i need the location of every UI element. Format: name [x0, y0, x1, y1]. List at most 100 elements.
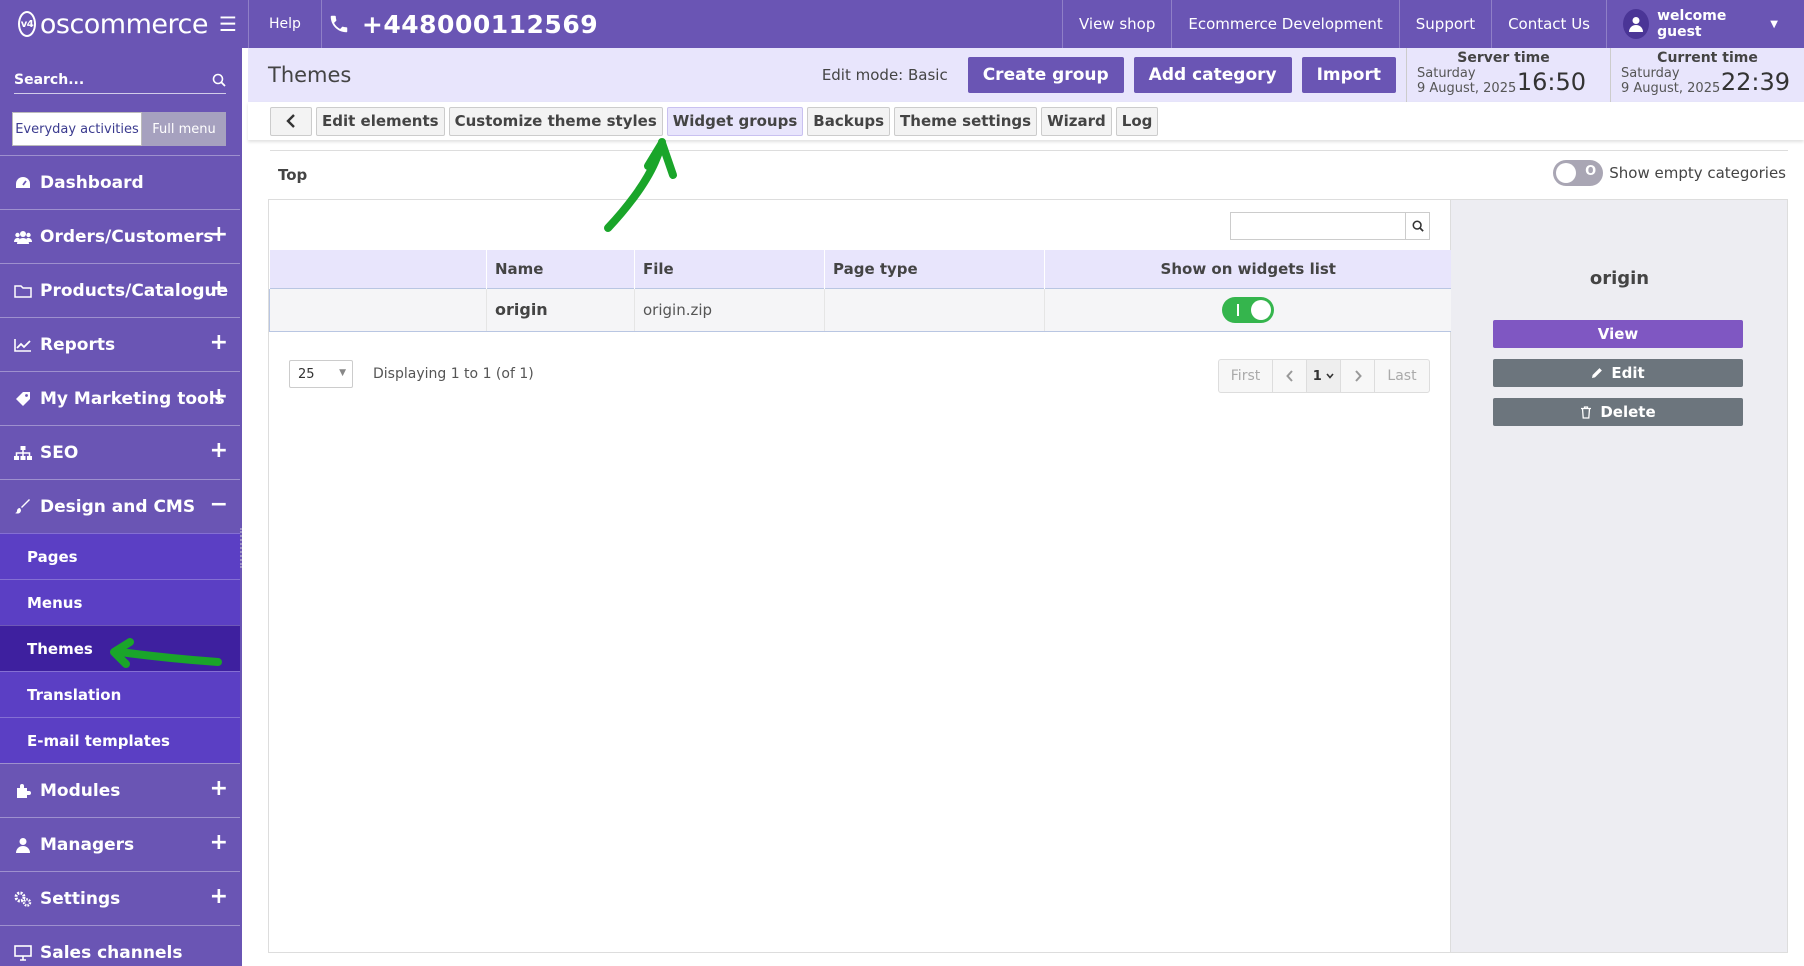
create-group-button[interactable]: Create group: [967, 57, 1124, 93]
tab-customize-theme-styles[interactable]: Customize theme styles: [448, 106, 663, 136]
sidebar-item-dashboard[interactable]: Dashboard: [0, 155, 240, 209]
sidebar-item-settings[interactable]: Settings +: [0, 871, 240, 925]
show-on-widgets-toggle[interactable]: [1222, 296, 1274, 323]
sidebar-item-products-catalogue[interactable]: Products/Catalogue +: [0, 263, 240, 317]
brush-icon: [12, 498, 34, 515]
monitor-icon: [12, 944, 34, 961]
server-time-clock: 16:50: [1516, 68, 1586, 96]
plus-icon: +: [209, 830, 228, 855]
last-page-button[interactable]: Last: [1375, 360, 1429, 392]
top-bar: v4 oscommerce ☰ Help +448000112569 View …: [0, 0, 1804, 48]
support-link[interactable]: Support: [1398, 0, 1491, 48]
current-time-label: Current time: [1657, 50, 1758, 66]
folder-icon: [12, 284, 34, 298]
edit-label: Edit: [1611, 364, 1645, 382]
phone-number[interactable]: +448000112569: [322, 10, 598, 39]
tab-wizard[interactable]: Wizard: [1041, 106, 1112, 136]
sidebar-item-sales-channels[interactable]: Sales channels: [0, 925, 240, 966]
sidebar-item-label: Products/Catalogue: [40, 280, 229, 301]
sidebar-item-managers[interactable]: Managers +: [0, 817, 240, 871]
per-page-select[interactable]: 25 ▼: [289, 360, 353, 388]
page-select[interactable]: 1: [1307, 360, 1341, 392]
prev-page-button[interactable]: [1273, 360, 1307, 392]
sidebar-item-translation[interactable]: Translation: [0, 671, 240, 717]
plus-icon: +: [209, 276, 228, 301]
displaying-count: Displaying 1 to 1 (of 1): [373, 366, 534, 382]
theme-details-panel: origin View Edit Delete: [1451, 199, 1788, 953]
plus-icon: +: [209, 222, 228, 247]
column-header-page-type[interactable]: Page type: [824, 250, 1045, 288]
row-cell: [269, 287, 487, 332]
tab-theme-settings[interactable]: Theme settings: [894, 106, 1038, 136]
add-category-button[interactable]: Add category: [1133, 57, 1292, 93]
column-header-name[interactable]: Name: [486, 250, 635, 288]
column-header-file[interactable]: File: [634, 250, 825, 288]
sidebar-item-label: My Marketing tools: [40, 388, 225, 409]
sidebar-search[interactable]: Search...: [14, 66, 226, 94]
tab-edit-elements[interactable]: Edit elements: [316, 106, 445, 136]
server-time-label: Server time: [1457, 50, 1550, 66]
sidebar-item-modules[interactable]: Modules +: [0, 763, 240, 817]
page-header: Themes Edit mode: Basic Create group Add…: [248, 48, 1804, 102]
plus-icon: +: [209, 776, 228, 801]
everyday-activities-button[interactable]: Everyday activities: [12, 112, 142, 146]
page-title: Themes: [268, 63, 352, 87]
design-cms-submenu: Pages Menus Themes Translation E-mail te…: [0, 533, 240, 763]
view-button[interactable]: View: [1493, 320, 1743, 348]
phone-text: +448000112569: [361, 9, 599, 39]
ecommerce-development-link[interactable]: Ecommerce Development: [1171, 0, 1398, 48]
delete-button[interactable]: Delete: [1493, 398, 1743, 426]
user-menu[interactable]: welcome guest ▼: [1606, 0, 1804, 48]
menu-mode-toggle: Everyday activities Full menu: [12, 112, 240, 146]
user-icon: [12, 837, 34, 853]
contact-us-link[interactable]: Contact Us: [1491, 0, 1606, 48]
sidebar-item-reports[interactable]: Reports +: [0, 317, 240, 371]
view-shop-link[interactable]: View shop: [1061, 0, 1171, 48]
sidebar-item-menus[interactable]: Menus: [0, 579, 240, 625]
sidebar-item-orders-customers[interactable]: Orders/Customers +: [0, 209, 240, 263]
search-icon: [212, 73, 226, 87]
show-empty-categories-label: Show empty categories: [1609, 164, 1786, 182]
theme-page-type: [824, 287, 1045, 332]
help-link[interactable]: Help: [249, 0, 321, 48]
sidebar-menu: Dashboard Orders/Customers + Products/Ca…: [0, 155, 240, 966]
chevron-right-icon: [1354, 370, 1362, 382]
logo-text: oscommerce: [39, 8, 209, 40]
table-search-input[interactable]: [1230, 212, 1406, 240]
search-input[interactable]: Search...: [14, 72, 84, 88]
first-page-button[interactable]: First: [1219, 360, 1273, 392]
sidebar-resize-handle[interactable]: [240, 528, 242, 568]
app-logo[interactable]: v4 oscommerce: [0, 0, 209, 48]
sidebar-item-pages[interactable]: Pages: [0, 533, 240, 579]
chevron-left-icon: [286, 114, 295, 128]
sidebar-item-themes[interactable]: Themes: [0, 625, 240, 671]
menu-icon[interactable]: ☰: [208, 0, 248, 48]
back-button[interactable]: [270, 106, 312, 136]
full-menu-button[interactable]: Full menu: [142, 112, 226, 146]
edit-button[interactable]: Edit: [1493, 359, 1743, 387]
chevron-down-icon: ▼: [339, 368, 346, 378]
theme-tabs: Edit elements Customize theme styles Wid…: [248, 102, 1804, 140]
theme-name: origin: [486, 287, 635, 332]
user-name: welcome guest: [1657, 8, 1727, 40]
delete-label: Delete: [1600, 403, 1656, 421]
sidebar-item-label: Reports: [40, 334, 116, 355]
import-button[interactable]: Import: [1301, 57, 1396, 93]
sidebar-item-seo[interactable]: SEO +: [0, 425, 240, 479]
sidebar-item-label: Sales channels: [40, 942, 183, 963]
search-button[interactable]: [1406, 212, 1430, 240]
sidebar-item-email-templates[interactable]: E-mail templates: [0, 717, 240, 763]
sidebar-item-label: Modules: [40, 780, 121, 801]
show-empty-categories-toggle[interactable]: O: [1553, 160, 1604, 186]
tab-backups[interactable]: Backups: [807, 106, 891, 136]
sidebar-item-marketing-tools[interactable]: My Marketing tools +: [0, 371, 240, 425]
sidebar-item-label: Design and CMS: [40, 496, 196, 517]
column-header-show-on-widgets[interactable]: Show on widgets list: [1044, 250, 1452, 288]
tab-log[interactable]: Log: [1115, 106, 1159, 136]
tag-icon: [12, 391, 34, 407]
tab-widget-groups[interactable]: Widget groups: [666, 106, 804, 136]
next-page-button[interactable]: [1341, 360, 1375, 392]
table-row[interactable]: origin origin.zip: [269, 287, 1452, 332]
sidebar-item-design-cms[interactable]: Design and CMS −: [0, 479, 240, 533]
dashboard-icon: [12, 176, 34, 190]
